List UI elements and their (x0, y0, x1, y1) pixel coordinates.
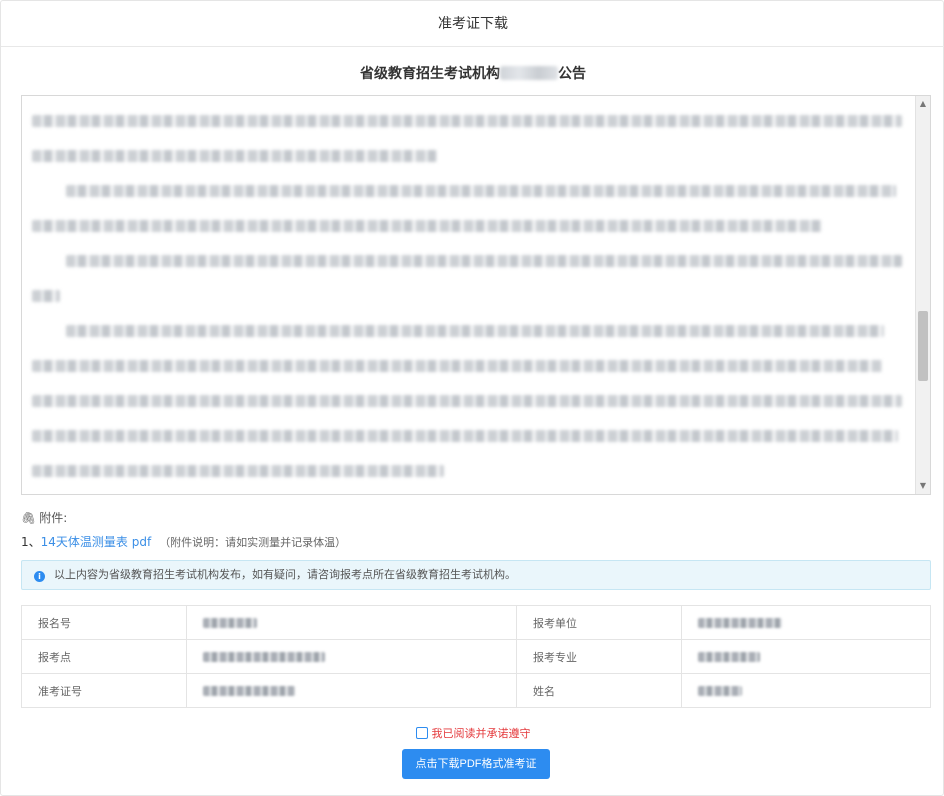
table-label: 准考证号 (21, 673, 187, 708)
notice-title-redacted (500, 66, 558, 80)
blurred-text-line (32, 150, 437, 162)
notice-content-box[interactable]: ▲ ▼ (21, 95, 931, 495)
blurred-text-line (32, 465, 444, 477)
notice-content-blurred (32, 104, 912, 494)
table-label: 报考单位 (516, 605, 682, 640)
agreement-checkbox[interactable] (415, 727, 428, 739)
table-value-redacted (186, 639, 517, 674)
notice-title-prefix: 省级教育招生考试机构 (360, 66, 500, 82)
download-admission-ticket-button[interactable]: 点击下载PDF格式准考证 (402, 749, 550, 779)
blurred-text-line (32, 290, 60, 302)
scroll-thumb[interactable] (918, 311, 928, 381)
page-header: 准考证下载 (1, 1, 944, 47)
table-value-redacted (681, 639, 931, 674)
redacted-value (698, 686, 742, 696)
attachments-heading: 🖇︎ 附件: (21, 511, 68, 525)
blurred-text-line (32, 220, 822, 232)
table-label: 报考点 (21, 639, 187, 674)
info-alert-text: 以上内容为省级教育招生考试机构发布，如有疑问，请咨询报考点所在省级教育招生考试机… (54, 568, 516, 581)
notice-title: 省级教育招生考试机构 公告 (1, 63, 944, 83)
table-label: 报考专业 (516, 639, 682, 674)
redacted-value (698, 652, 760, 662)
blurred-text-line (32, 115, 902, 127)
candidate-info-table: 报名号 报考单位 报考点 报考专业 准考证号 姓名 (21, 605, 931, 708)
redacted-value (698, 618, 782, 628)
blurred-text-line (32, 430, 898, 442)
agreement-label[interactable]: 我已阅读并承诺遵守 (432, 727, 531, 740)
page-title: 准考证下载 (438, 16, 508, 32)
info-circle-icon: i (34, 571, 45, 582)
table-value-redacted (681, 673, 931, 708)
redacted-value (203, 618, 257, 628)
scroll-up-icon[interactable]: ▲ (916, 97, 930, 111)
redacted-value (203, 686, 295, 696)
blurred-text-line (66, 255, 902, 267)
table-row: 准考证号 姓名 (21, 673, 931, 708)
table-row: 报名号 报考单位 (21, 605, 931, 640)
table-value-redacted (186, 673, 517, 708)
paperclip-icon: 🖇︎ (21, 511, 37, 525)
blurred-text-line (66, 325, 884, 337)
blurred-text-line (32, 360, 882, 372)
blurred-text-line (32, 395, 902, 407)
notice-scrollbar[interactable]: ▲ ▼ (915, 96, 930, 494)
redacted-value (203, 652, 325, 662)
table-row: 报考点 报考专业 (21, 639, 931, 674)
attachment-item: 1、14天体温测量表 pdf （附件说明：请如实测量并记录体温） (21, 533, 346, 550)
attachment-link[interactable]: 14天体温测量表 pdf (41, 535, 152, 549)
table-label: 姓名 (516, 673, 682, 708)
scroll-down-icon[interactable]: ▼ (916, 479, 930, 493)
blurred-text-line (66, 185, 896, 197)
table-label: 报名号 (21, 605, 187, 640)
attachment-index: 1、 (21, 535, 41, 549)
table-value-redacted (681, 605, 931, 640)
info-alert: i 以上内容为省级教育招生考试机构发布，如有疑问，请咨询报考点所在省级教育招生考试… (21, 560, 931, 590)
agreement-row: 我已阅读并承诺遵守 (1, 725, 944, 741)
attachment-note: （附件说明：请如实测量并记录体温） (159, 536, 347, 549)
table-value-redacted (186, 605, 517, 640)
notice-title-suffix: 公告 (558, 66, 586, 82)
page-frame: 准考证下载 省级教育招生考试机构 公告 ▲ ▼ 🖇︎ 附件: 1、14天体温测量… (0, 0, 944, 796)
